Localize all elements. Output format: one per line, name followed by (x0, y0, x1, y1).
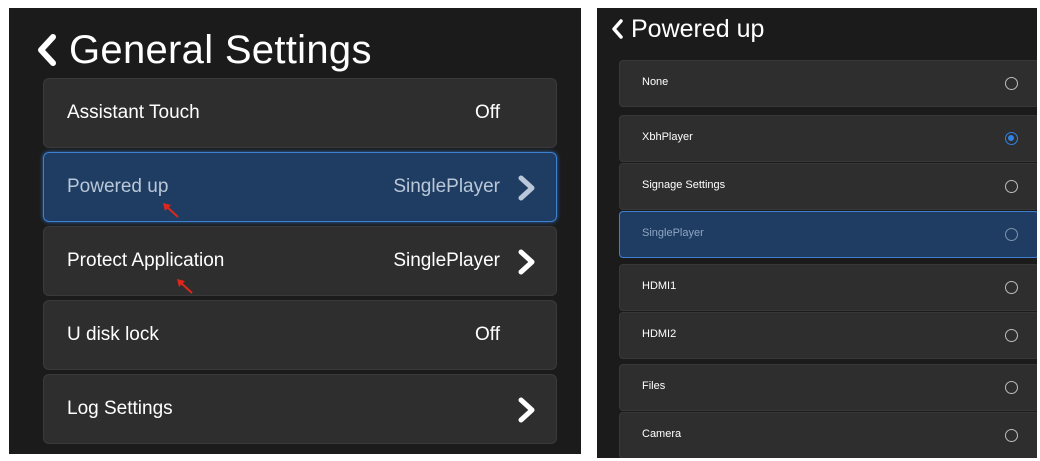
chevron-right-icon (518, 249, 535, 275)
annotation-arrow-icon (177, 279, 193, 294)
setting-label: Protect Application (67, 250, 225, 271)
chevron-right-icon (518, 397, 535, 423)
setting-value: SinglePlayer (393, 250, 500, 271)
option-files[interactable]: Files (619, 364, 1037, 411)
page-title: General Settings (69, 27, 372, 72)
setting-row-u-disk-lock[interactable]: U disk lock Off (43, 300, 557, 370)
radio-button-checked[interactable] (1005, 132, 1018, 145)
setting-label: Assistant Touch (67, 102, 200, 123)
setting-row-assistant-touch[interactable]: Assistant Touch Off (43, 78, 557, 148)
setting-label: Log Settings (67, 398, 173, 419)
option-label: SinglePlayer (642, 227, 704, 239)
setting-value: Off (475, 102, 500, 123)
option-label: Signage Settings (642, 179, 726, 191)
option-camera[interactable]: Camera (619, 412, 1037, 458)
general-settings-header: General Settings (33, 18, 372, 82)
setting-label: Powered up (67, 176, 169, 197)
radio-button[interactable] (1005, 77, 1018, 90)
setting-value: SinglePlayer (393, 176, 500, 197)
powered-up-header: Powered up (609, 8, 764, 50)
radio-button[interactable] (1005, 429, 1018, 442)
setting-row-log-settings[interactable]: Log Settings (43, 374, 557, 444)
option-label: XbhPlayer (642, 131, 693, 143)
setting-row-protect-application[interactable]: Protect Application SinglePlayer (43, 226, 557, 296)
back-chevron-icon[interactable] (609, 16, 625, 42)
radio-button[interactable] (1005, 329, 1018, 342)
chevron-right-icon (518, 175, 535, 201)
option-label: None (642, 76, 669, 88)
setting-row-powered-up[interactable]: Powered up SinglePlayer (43, 152, 557, 222)
option-singleplayer[interactable]: SinglePlayer (619, 211, 1037, 258)
setting-value: Off (475, 324, 500, 345)
radio-button[interactable] (1005, 180, 1018, 193)
option-label: HDMI1 (642, 280, 677, 292)
annotation-arrow-icon (163, 203, 179, 218)
radio-button[interactable] (1005, 381, 1018, 394)
radio-button[interactable] (1005, 281, 1018, 294)
general-settings-panel: General Settings Assistant Touch Off Pow… (9, 8, 581, 454)
option-label: Files (642, 380, 666, 392)
powered-up-panel: Powered up None XbhPlayer Signage Settin… (597, 8, 1037, 458)
option-xbhplayer[interactable]: XbhPlayer (619, 115, 1037, 162)
setting-label: U disk lock (67, 324, 159, 345)
option-hdmi1[interactable]: HDMI1 (619, 264, 1037, 311)
option-label: HDMI2 (642, 328, 677, 340)
radio-button[interactable] (1005, 228, 1018, 241)
page-title: Powered up (631, 14, 765, 43)
option-signage-settings[interactable]: Signage Settings (619, 163, 1037, 210)
option-none[interactable]: None (619, 60, 1037, 107)
option-hdmi2[interactable]: HDMI2 (619, 312, 1037, 359)
option-label: Camera (642, 428, 682, 440)
back-chevron-icon[interactable] (33, 30, 61, 70)
